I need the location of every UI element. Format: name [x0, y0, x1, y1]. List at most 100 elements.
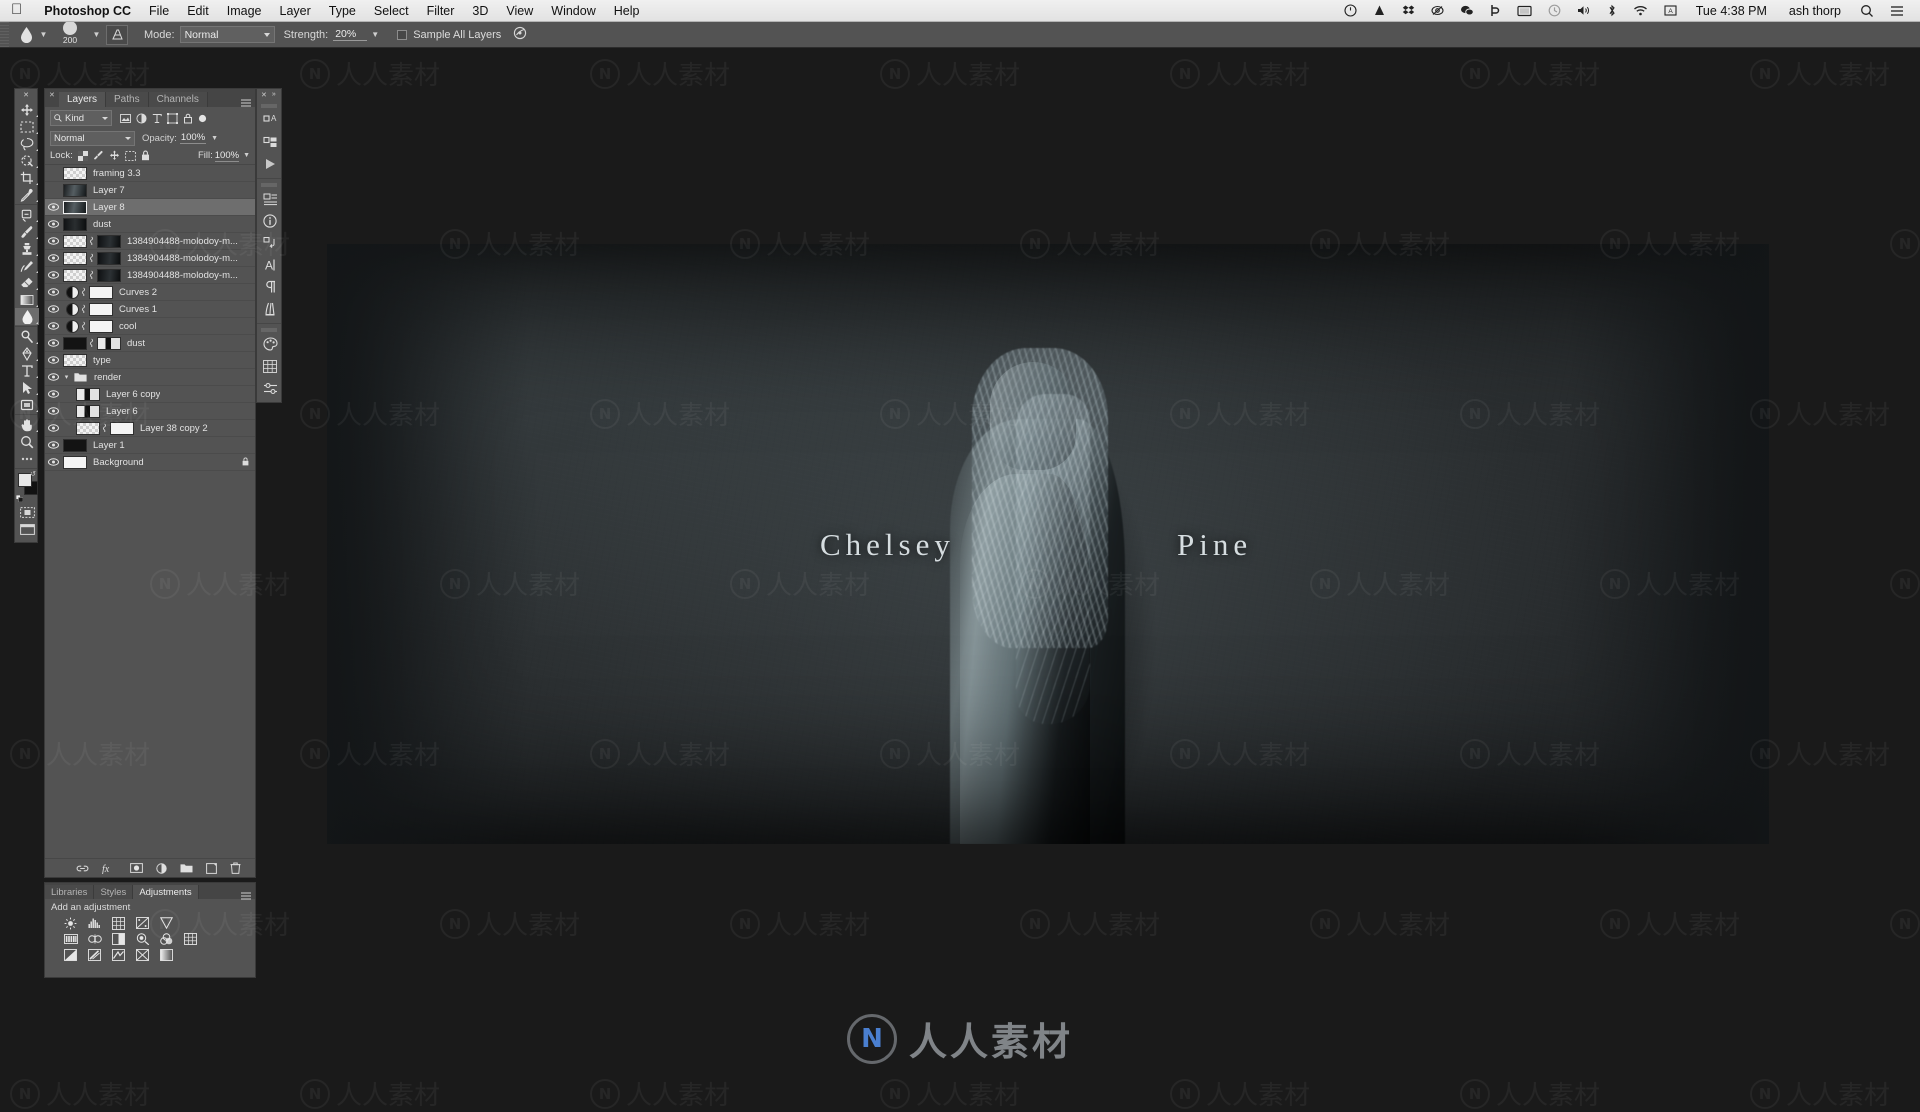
menu-item-window[interactable]: Window: [542, 4, 604, 18]
layer-thumbnail[interactable]: [63, 167, 87, 180]
tab-layers[interactable]: Layers: [59, 92, 106, 107]
menu-item-select[interactable]: Select: [365, 4, 418, 18]
move-tool[interactable]: [15, 101, 39, 118]
photo-filter-icon[interactable]: [135, 932, 150, 946]
layer-comps-icon[interactable]: [257, 131, 283, 153]
pixel-filter-icon[interactable]: [120, 114, 131, 123]
layer-name[interactable]: Layer 1: [93, 440, 125, 451]
delete-layer-icon[interactable]: [230, 862, 241, 874]
menu-item-3d[interactable]: 3D: [463, 4, 497, 18]
clone-stamp-tool[interactable]: [15, 240, 39, 257]
apple-logo-icon[interactable]: : [0, 2, 35, 19]
layer-mask-thumbnail[interactable]: [97, 252, 121, 265]
adjust-sliders-icon[interactable]: [257, 377, 283, 399]
menu-item-image[interactable]: Image: [218, 4, 271, 18]
menu-bar-clock[interactable]: Tue 4:38 PM: [1685, 4, 1778, 18]
layer-name[interactable]: dust: [93, 219, 111, 230]
pen-tool[interactable]: [15, 345, 39, 362]
layer-name[interactable]: 1384904488-molodoy-m...: [127, 253, 238, 264]
layer-row[interactable]: Background: [45, 454, 255, 471]
layer-row[interactable]: cool: [45, 318, 255, 335]
layer-mask-thumbnail[interactable]: [89, 303, 113, 316]
layer-name[interactable]: 1384904488-molodoy-m...: [127, 270, 238, 281]
bluetooth-icon[interactable]: [1599, 4, 1625, 17]
properties-icon[interactable]: [257, 188, 283, 210]
group-disclosure-icon[interactable]: ▾: [62, 373, 71, 381]
mask-link-icon[interactable]: [87, 338, 96, 349]
layer-row[interactable]: Curves 1: [45, 301, 255, 318]
threshold-icon[interactable]: [111, 948, 126, 962]
layer-thumbnail[interactable]: [63, 354, 87, 367]
layer-row[interactable]: Layer 38 copy 2: [45, 420, 255, 437]
layer-mask-thumbnail[interactable]: [97, 337, 121, 350]
sample-all-layers-checkbox[interactable]: [397, 30, 407, 40]
info-icon[interactable]: [257, 210, 283, 232]
layer-visibility-eye-icon[interactable]: [45, 203, 62, 211]
layer-mask-thumbnail[interactable]: [89, 286, 113, 299]
opacity-caret-icon[interactable]: ▼: [211, 135, 218, 142]
layer-row[interactable]: dust: [45, 216, 255, 233]
timeline-play-icon[interactable]: [257, 153, 283, 175]
layer-name[interactable]: Layer 6 copy: [106, 389, 160, 400]
gradient-tool[interactable]: [15, 291, 39, 308]
chat-bubbles-icon[interactable]: [1452, 4, 1482, 17]
layer-visibility-eye-icon[interactable]: [45, 373, 62, 381]
brightness-contrast-icon[interactable]: [63, 916, 78, 930]
tab-paths[interactable]: Paths: [106, 92, 149, 107]
menu-item-photoshop[interactable]: Photoshop CC: [35, 4, 140, 18]
selective-color-icon[interactable]: [135, 948, 150, 962]
layer-thumbnail[interactable]: [63, 337, 87, 350]
layer-row[interactable]: Curves 2: [45, 284, 255, 301]
path-selection-tool[interactable]: [15, 379, 39, 396]
history-icon[interactable]: [257, 232, 283, 254]
new-layer-icon[interactable]: [206, 863, 217, 874]
layer-thumbnail[interactable]: [76, 422, 100, 435]
layer-visibility-eye-icon[interactable]: [45, 407, 62, 415]
menu-item-filter[interactable]: Filter: [418, 4, 464, 18]
color-palette-icon[interactable]: [257, 333, 283, 355]
layer-visibility-eye-icon[interactable]: [45, 390, 62, 398]
channel-mixer-icon[interactable]: [159, 932, 174, 946]
layer-mask-thumbnail[interactable]: [97, 269, 121, 282]
link-layers-icon[interactable]: [76, 864, 89, 873]
layer-row[interactable]: Layer 8: [45, 199, 255, 216]
search-icon[interactable]: [1852, 4, 1882, 18]
paragraph-icon[interactable]: [257, 276, 283, 298]
close-icon[interactable]: ✕: [49, 91, 55, 99]
add-layer-mask-icon[interactable]: [130, 863, 143, 873]
blend-mode-select[interactable]: Normal: [180, 26, 275, 43]
brush-tool[interactable]: [15, 223, 39, 240]
smudge-tool[interactable]: [15, 308, 39, 325]
pressure-toggle-icon[interactable]: [513, 26, 527, 43]
dropbox-icon[interactable]: [1394, 4, 1423, 17]
shape-filter-icon[interactable]: [167, 113, 178, 124]
layer-row[interactable]: ▾render: [45, 369, 255, 386]
panel-menu-icon[interactable]: [241, 887, 251, 905]
levels-icon[interactable]: [87, 916, 102, 930]
layer-visibility-eye-icon[interactable]: [45, 288, 62, 296]
layer-mask-thumbnail[interactable]: [89, 320, 113, 333]
layer-row[interactable]: Layer 1: [45, 437, 255, 454]
brush-size-preview[interactable]: 200: [49, 22, 91, 48]
layer-row[interactable]: dust: [45, 335, 255, 352]
posterize-icon[interactable]: [87, 948, 102, 962]
lock-transparency-icon[interactable]: [78, 151, 88, 161]
layer-mask-thumbnail[interactable]: [110, 422, 134, 435]
layer-visibility-eye-icon[interactable]: [45, 220, 62, 228]
tab-adjustments[interactable]: Adjustments: [133, 885, 198, 899]
eye-slash-icon[interactable]: [1423, 4, 1452, 17]
menu-item-edit[interactable]: Edit: [178, 4, 218, 18]
layer-style-fx-icon[interactable]: fx: [102, 863, 117, 874]
dodge-tool[interactable]: [15, 328, 39, 345]
timemachine-icon[interactable]: [1540, 4, 1569, 17]
panel-menu-icon[interactable]: [241, 94, 251, 102]
quick-selection-tool[interactable]: [15, 152, 39, 169]
smart-object-filter-icon[interactable]: [183, 113, 193, 124]
layer-row[interactable]: Layer 6 copy: [45, 386, 255, 403]
mask-link-icon[interactable]: [87, 236, 96, 247]
volume-icon[interactable]: [1569, 4, 1599, 17]
layer-thumbnail[interactable]: [63, 456, 87, 469]
layer-row[interactable]: Layer 6: [45, 403, 255, 420]
layer-thumbnail[interactable]: [76, 388, 100, 401]
menu-item-help[interactable]: Help: [605, 4, 649, 18]
